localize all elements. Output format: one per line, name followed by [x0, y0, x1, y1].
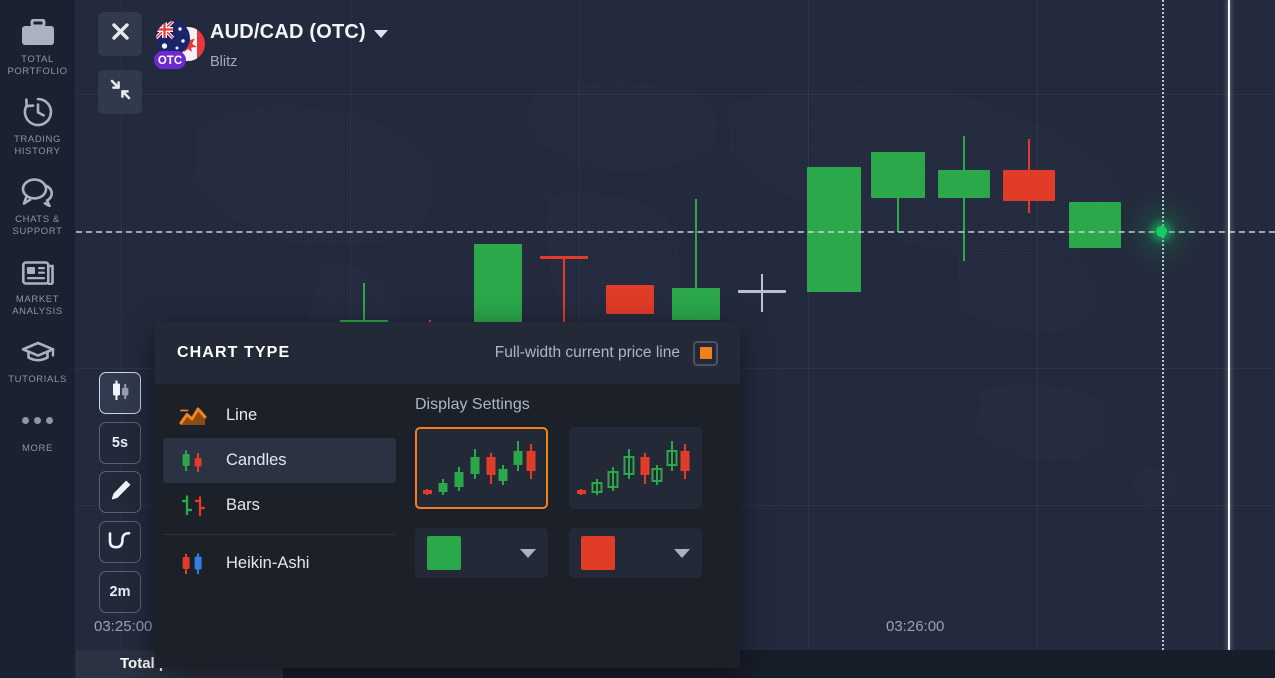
chart-type-option-line[interactable]: Line	[163, 393, 396, 438]
line-chart-icon	[179, 403, 209, 429]
pair-selector[interactable]: AUD/CAD (OTC)	[210, 21, 388, 44]
left-sidebar: TOTAL PORTFOLIO TRADING HISTORY CHATS & …	[0, 0, 76, 678]
gridline	[1037, 0, 1038, 650]
chevron-down-icon	[674, 548, 690, 558]
panel-header: CHART TYPE Full-width current price line	[155, 322, 740, 384]
chevron-down-icon	[373, 30, 388, 38]
tool-chart-type[interactable]	[99, 372, 141, 414]
candlestick-icon	[107, 380, 133, 406]
fullwidth-price-line-label: Full-width current price line	[494, 344, 680, 361]
sidebar-label: MORE	[22, 442, 53, 454]
current-price-line	[76, 231, 1275, 233]
candle	[340, 283, 388, 324]
current-price-dot	[1156, 226, 1167, 237]
candle	[871, 152, 925, 232]
display-settings: Display Settings	[404, 384, 740, 668]
news-icon	[21, 254, 54, 290]
chart-type-option-bars[interactable]: Bars	[163, 483, 396, 528]
list-divider	[163, 534, 396, 535]
chart-type-label: Bars	[226, 496, 260, 514]
tool-drawing[interactable]	[99, 471, 141, 513]
chart-type-label: Candles	[226, 451, 287, 469]
fullwidth-price-line-checkbox[interactable]	[693, 340, 718, 366]
collapse-arrows-icon	[110, 79, 131, 105]
chart-type-list: Line Candles Bars Heikin-Ashi	[155, 384, 404, 668]
chart-type-label: Line	[226, 406, 258, 424]
tool-expiration[interactable]: 2m	[99, 571, 141, 613]
collapse-chart-button[interactable]	[98, 70, 142, 114]
sidebar-item-tutorials[interactable]: TUTORIALS	[0, 334, 76, 386]
close-chart-button[interactable]	[98, 12, 142, 56]
time-label: 03:26:00	[886, 618, 945, 635]
time-label: 03:25:00	[94, 618, 153, 635]
sidebar-label: CHATS & SUPPORT	[12, 214, 63, 237]
chart-type-option-candles[interactable]: Candles	[163, 438, 396, 483]
timeframe-label: 5s	[111, 435, 129, 451]
sidebar-item-more[interactable]: MORE	[0, 403, 76, 455]
sidebar-label: TRADING HISTORY	[14, 134, 61, 157]
graduation-cap-icon	[21, 334, 55, 370]
gridline	[808, 0, 809, 650]
sidebar-label: MARKET ANALYSIS	[12, 294, 63, 317]
up-color-swatch	[427, 536, 461, 570]
candle	[1003, 139, 1055, 213]
candle	[474, 244, 522, 322]
tool-timeframe[interactable]: 5s	[99, 422, 141, 464]
panel-title: CHART TYPE	[177, 344, 291, 361]
down-color-selector[interactable]	[569, 528, 702, 578]
candle	[1069, 202, 1121, 248]
candle	[807, 167, 861, 292]
chevron-down-icon	[520, 548, 536, 558]
ellipsis-icon	[22, 403, 53, 439]
candle	[540, 256, 588, 325]
sidebar-item-chats-support[interactable]: CHATS & SUPPORT	[0, 174, 76, 237]
chat-bubbles-icon	[21, 174, 55, 210]
sidebar-label: TUTORIALS	[8, 374, 67, 385]
candle	[738, 274, 786, 312]
candle	[672, 199, 720, 320]
wave-icon	[107, 529, 133, 555]
pair-name: AUD/CAD (OTC)	[210, 21, 366, 43]
deal-close-marker-line	[1228, 0, 1230, 650]
clock-history-icon	[22, 94, 54, 130]
chart-type-option-heikin-ashi[interactable]: Heikin-Ashi	[163, 541, 396, 586]
bars-icon	[179, 493, 209, 519]
tool-indicators[interactable]	[99, 521, 141, 563]
candles-icon	[179, 448, 209, 474]
candle	[938, 136, 990, 261]
up-color-selector[interactable]	[415, 528, 548, 578]
chart-type-panel: CHART TYPE Full-width current price line	[155, 322, 740, 668]
candle	[606, 285, 654, 314]
close-icon	[111, 22, 130, 46]
briefcase-icon	[21, 14, 55, 50]
sidebar-label: TOTAL PORTFOLIO	[7, 54, 68, 77]
sidebar-item-total-portfolio[interactable]: TOTAL PORTFOLIO	[0, 14, 76, 77]
candle-style-hollow[interactable]	[569, 427, 702, 509]
sidebar-item-trading-history[interactable]: TRADING HISTORY	[0, 94, 76, 157]
gridline	[76, 94, 1275, 95]
sidebar-item-market-analysis[interactable]: MARKET ANALYSIS	[0, 254, 76, 317]
chart-type-label: Heikin-Ashi	[226, 554, 310, 572]
expiration-marker-line	[1162, 0, 1164, 650]
down-color-swatch	[581, 536, 615, 570]
expiration-label: 2m	[109, 584, 131, 600]
heikin-ashi-icon	[179, 551, 209, 577]
pencil-icon	[109, 479, 132, 506]
candle-style-filled[interactable]	[415, 427, 548, 509]
display-settings-label: Display Settings	[415, 396, 530, 413]
